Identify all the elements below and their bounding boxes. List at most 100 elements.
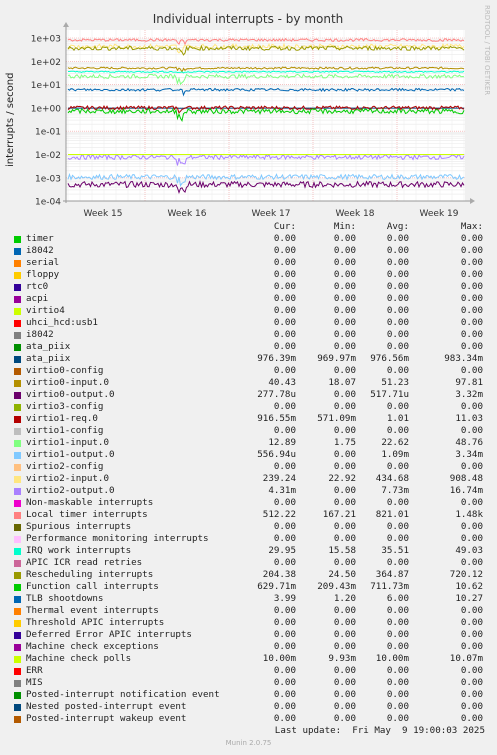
x-axis-arrow: [470, 198, 475, 204]
legend-swatch: [14, 380, 21, 387]
legend-swatch: [14, 428, 21, 435]
header-avg: Avg:: [386, 221, 409, 232]
legend-name: floppy: [26, 269, 60, 280]
legend-avg: 0.00: [386, 257, 409, 268]
legend-cur: 0.00: [273, 401, 296, 412]
legend-name: virtio0-output.0: [26, 389, 115, 400]
legend-avg: 711.73m: [370, 581, 409, 592]
legend-avg: 51.23: [381, 377, 409, 388]
legend-min: 0.00: [333, 521, 356, 532]
legend-min: 9.93m: [328, 653, 356, 664]
legend-min: 0.00: [333, 485, 356, 496]
legend-swatch: [14, 632, 21, 639]
legend-row: timer 0.00 0.00 0.00 0.00: [0, 233, 497, 245]
legend-cur: 0.00: [273, 317, 296, 328]
legend-name: IRQ work interrupts: [26, 545, 132, 556]
legend-swatch: [14, 332, 21, 339]
legend-cur: 512.22: [262, 509, 296, 520]
legend-avg: 1.09m: [381, 449, 409, 460]
legend-max: 908.48: [449, 473, 483, 484]
legend-avg: 0.00: [386, 533, 409, 544]
legend-avg: 517.71u: [370, 389, 409, 400]
y-tick-label: 1e+02: [31, 58, 61, 68]
legend-row: virtio2-config 0.00 0.00 0.00 0.00: [0, 461, 497, 473]
rrdtool-credit: RRDTOOL / TOBI OETIKER: [483, 5, 491, 96]
legend-name: virtio2-config: [26, 461, 104, 472]
legend-cur: 0.00: [273, 641, 296, 652]
x-tick-label: Week 19: [420, 209, 459, 219]
legend-max: 10.27: [455, 593, 483, 604]
x-tick-label: Week 18: [336, 209, 375, 219]
legend-name: Machine check polls: [26, 653, 132, 664]
legend-min: 0.00: [333, 341, 356, 352]
legend-swatch: [14, 500, 21, 507]
legend-name: acpi: [26, 293, 49, 304]
legend-cur: 0.00: [273, 269, 296, 280]
legend-avg: 0.00: [386, 269, 409, 280]
legend-swatch: [14, 608, 21, 615]
y-tick-label: 1e-01: [35, 128, 61, 138]
legend-row: virtio4 0.00 0.00 0.00 0.00: [0, 305, 497, 317]
legend-row: virtio2-output.0 4.31m 0.00 7.73m 16.74m: [0, 485, 497, 497]
legend-row: virtio1-config 0.00 0.00 0.00 0.00: [0, 425, 497, 437]
legend-name: Thermal event interrupts: [26, 605, 159, 616]
legend-avg: 0.00: [386, 605, 409, 616]
header-cur: Cur:: [273, 221, 296, 232]
y-tick-label: 1e-03: [35, 174, 61, 184]
legend-min: 0.00: [333, 293, 356, 304]
legend-avg: 0.00: [386, 365, 409, 376]
legend-max: 0.00: [460, 665, 483, 676]
legend-swatch: [14, 308, 21, 315]
legend-row: virtio1-output.0 556.94u 0.00 1.09m 3.34m: [0, 449, 497, 461]
legend-cur: 0.00: [273, 245, 296, 256]
legend-min: 0.00: [333, 449, 356, 460]
legend-row: Machine check exceptions 0.00 0.00 0.00 0.00: [0, 641, 497, 653]
legend-name: MIS: [26, 677, 43, 688]
legend-name: Threshold APIC interrupts: [26, 617, 165, 628]
legend-min: 167.21: [322, 509, 356, 520]
legend-avg: 821.01: [375, 509, 409, 520]
legend-swatch: [14, 416, 21, 423]
legend-min: 571.09m: [317, 413, 356, 424]
legend-row: Posted-interrupt notification event 0.00 0…: [0, 689, 497, 701]
legend-max: 0.00: [460, 233, 483, 244]
legend-max: 0.00: [460, 305, 483, 316]
x-axis-ticks: Week 15 Week 16 Week 17 Week 18 Week 19: [84, 209, 459, 219]
y-tick-label: 1e-02: [35, 151, 61, 161]
legend-row: Local timer interrupts 512.22 167.21 821.01…: [0, 509, 497, 521]
legend-min: 0.00: [333, 329, 356, 340]
legend-max: 0.00: [460, 257, 483, 268]
legend-name: Local timer interrupts: [26, 509, 148, 520]
legend-cur: 0.00: [273, 257, 296, 268]
legend-swatch: [14, 476, 21, 483]
legend-max: 0.00: [460, 329, 483, 340]
legend-name: Posted-interrupt wakeup event: [26, 713, 187, 724]
legend-avg: 22.62: [381, 437, 409, 448]
legend-row: floppy 0.00 0.00 0.00 0.00: [0, 269, 497, 281]
legend-avg: 0.00: [386, 521, 409, 532]
legend-swatch: [14, 656, 21, 663]
legend-avg: 0.00: [386, 677, 409, 688]
legend-name: rtc0: [26, 281, 49, 292]
legend-swatch: [14, 692, 21, 699]
legend-row: Nested posted-interrupt event 0.00 0.00 0.0…: [0, 701, 497, 713]
legend-cur: 556.94u: [257, 449, 296, 460]
legend-cur: 0.00: [273, 677, 296, 688]
legend-avg: 0.00: [386, 293, 409, 304]
legend-swatch: [14, 620, 21, 627]
legend-min: 24.50: [328, 569, 356, 580]
legend-max: 49.03: [455, 545, 483, 556]
legend-max: 0.00: [460, 401, 483, 412]
legend-name: virtio1-config: [26, 425, 104, 436]
legend-max: 0.00: [460, 689, 483, 700]
legend-cur: 204.38: [262, 569, 296, 580]
legend-max: 10.62: [455, 581, 483, 592]
legend-row: APIC ICR read retries 0.00 0.00 0.00 0.00: [0, 557, 497, 569]
legend-cur: 0.00: [273, 617, 296, 628]
legend-avg: 0.00: [386, 689, 409, 700]
legend-max: 1.48k: [455, 509, 483, 520]
legend-avg: 0.00: [386, 665, 409, 676]
legend-row: virtio0-input.0 40.43 18.07 51.23 97.81: [0, 377, 497, 389]
legend-max: 3.32m: [455, 389, 483, 400]
legend-avg: 6.00: [386, 593, 409, 604]
